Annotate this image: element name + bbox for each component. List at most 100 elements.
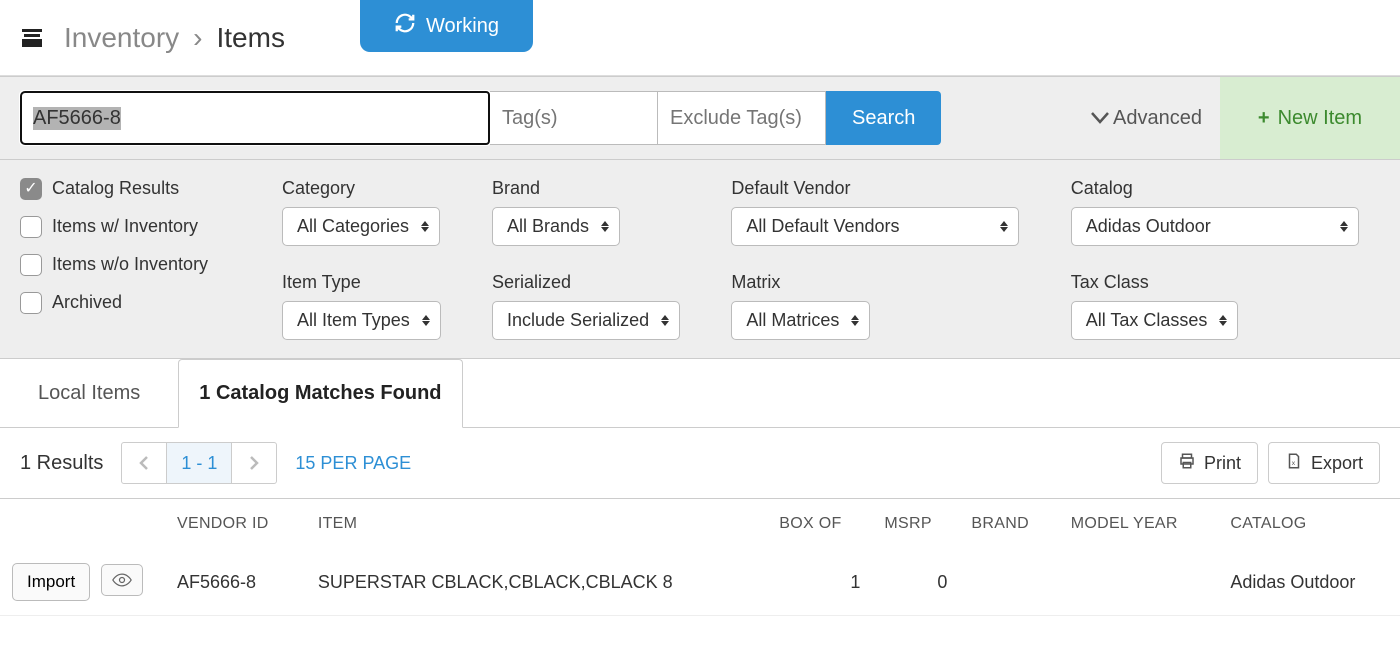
pager-prev[interactable] bbox=[122, 443, 166, 483]
tax-class-select[interactable]: All Tax Classes bbox=[1071, 301, 1239, 340]
search-bar: Search bbox=[0, 77, 1073, 159]
filter-serialized: Serialized Include Serialized bbox=[492, 272, 699, 340]
search-bar-area: Search Advanced + New Item bbox=[0, 76, 1400, 160]
advanced-label: Advanced bbox=[1113, 107, 1202, 130]
checkbox-icon bbox=[20, 216, 42, 238]
page-header: Inventory › Items Working bbox=[0, 0, 1400, 76]
checkbox-icon bbox=[20, 254, 42, 276]
cell-msrp: 0 bbox=[872, 549, 959, 616]
chevron-right-icon bbox=[248, 455, 260, 471]
checkbox-label: Items w/o Inventory bbox=[52, 254, 208, 275]
filter-selects: Category All Categories Brand All Brands… bbox=[260, 160, 1400, 358]
cell-vendor-id: AF5666-8 bbox=[165, 549, 306, 616]
breadcrumb: Inventory › Items bbox=[64, 22, 285, 54]
list-toolbar-right: Print x Export bbox=[1161, 442, 1380, 484]
checkbox-label: Catalog Results bbox=[52, 178, 179, 199]
sort-icon bbox=[421, 221, 429, 232]
filter-label: Catalog bbox=[1071, 178, 1378, 199]
export-button[interactable]: x Export bbox=[1268, 442, 1380, 484]
sort-icon bbox=[1000, 221, 1008, 232]
working-label: Working bbox=[426, 15, 499, 38]
item-type-select[interactable]: All Item Types bbox=[282, 301, 441, 340]
catalog-select[interactable]: Adidas Outdoor bbox=[1071, 207, 1359, 246]
col-box-of[interactable]: BOX OF bbox=[767, 499, 872, 549]
table-header-row: VENDOR ID ITEM BOX OF MSRP BRAND MODEL Y… bbox=[0, 499, 1400, 549]
breadcrumb-root[interactable]: Inventory bbox=[64, 22, 179, 54]
cell-brand bbox=[959, 549, 1058, 616]
pager-range[interactable]: 1 - 1 bbox=[166, 443, 232, 483]
col-vendor-id[interactable]: VENDOR ID bbox=[165, 499, 306, 549]
col-msrp[interactable]: MSRP bbox=[872, 499, 959, 549]
results-count: 1 Results bbox=[20, 452, 103, 475]
results-table: VENDOR ID ITEM BOX OF MSRP BRAND MODEL Y… bbox=[0, 499, 1400, 616]
filters-panel: Catalog Results Items w/ Inventory Items… bbox=[0, 160, 1400, 359]
sort-icon bbox=[1340, 221, 1348, 232]
per-page-select[interactable]: 15 PER PAGE bbox=[295, 453, 411, 474]
checkbox-catalog-results[interactable]: Catalog Results bbox=[20, 178, 240, 200]
col-brand[interactable]: BRAND bbox=[959, 499, 1058, 549]
refresh-icon bbox=[394, 12, 416, 40]
search-button[interactable]: Search bbox=[826, 91, 941, 145]
preview-button[interactable] bbox=[101, 564, 143, 596]
filter-category: Category All Categories bbox=[282, 178, 460, 246]
brand-select[interactable]: All Brands bbox=[492, 207, 620, 246]
new-item-label: New Item bbox=[1278, 107, 1362, 130]
exclude-tags-input[interactable] bbox=[658, 91, 826, 145]
filter-label: Default Vendor bbox=[731, 178, 1038, 199]
pager-next[interactable] bbox=[232, 443, 276, 483]
pager: 1 - 1 bbox=[121, 442, 277, 484]
breadcrumb-current: Items bbox=[217, 22, 285, 54]
filter-label: Matrix bbox=[731, 272, 1038, 293]
sort-icon bbox=[851, 315, 859, 326]
filter-label: Category bbox=[282, 178, 460, 199]
vendor-select[interactable]: All Default Vendors bbox=[731, 207, 1019, 246]
checkbox-icon bbox=[20, 292, 42, 314]
cell-box-of: 1 bbox=[767, 549, 872, 616]
checkbox-archived[interactable]: Archived bbox=[20, 292, 240, 314]
sort-icon bbox=[1219, 315, 1227, 326]
checkbox-label: Items w/ Inventory bbox=[52, 216, 198, 237]
export-label: Export bbox=[1311, 453, 1363, 474]
matrix-select[interactable]: All Matrices bbox=[731, 301, 870, 340]
new-item-button[interactable]: + New Item bbox=[1220, 77, 1400, 159]
chevron-right-icon: › bbox=[193, 22, 202, 54]
tab-catalog-matches[interactable]: 1 Catalog Matches Found bbox=[178, 359, 462, 428]
svg-text:x: x bbox=[1292, 459, 1296, 466]
chevron-left-icon bbox=[138, 455, 150, 471]
search-input[interactable] bbox=[20, 91, 490, 145]
tags-input[interactable] bbox=[490, 91, 658, 145]
cell-item: SUPERSTAR CBLACK,CBLACK,CBLACK 8 bbox=[306, 549, 767, 616]
plus-icon: + bbox=[1258, 107, 1270, 130]
sort-icon bbox=[601, 221, 609, 232]
print-icon bbox=[1178, 452, 1196, 475]
checkbox-items-with-inventory[interactable]: Items w/ Inventory bbox=[20, 216, 240, 238]
sort-icon bbox=[661, 315, 669, 326]
checkbox-icon bbox=[20, 178, 42, 200]
filter-matrix: Matrix All Matrices bbox=[731, 272, 1038, 340]
sort-icon bbox=[422, 315, 430, 326]
tab-local-items[interactable]: Local Items bbox=[18, 360, 160, 427]
filter-item-type: Item Type All Item Types bbox=[282, 272, 460, 340]
result-tabs: Local Items 1 Catalog Matches Found bbox=[0, 359, 1400, 428]
export-icon: x bbox=[1285, 452, 1303, 475]
cell-catalog: Adidas Outdoor bbox=[1218, 549, 1400, 616]
list-toolbar-left: 1 Results 1 - 1 15 PER PAGE bbox=[20, 442, 411, 484]
col-model-year[interactable]: MODEL YEAR bbox=[1059, 499, 1219, 549]
filter-default-vendor: Default Vendor All Default Vendors bbox=[731, 178, 1038, 246]
checkbox-label: Archived bbox=[52, 292, 122, 313]
filter-catalog: Catalog Adidas Outdoor bbox=[1071, 178, 1378, 246]
filter-label: Brand bbox=[492, 178, 699, 199]
checkbox-items-without-inventory[interactable]: Items w/o Inventory bbox=[20, 254, 240, 276]
working-indicator: Working bbox=[360, 0, 533, 52]
import-button[interactable]: Import bbox=[12, 563, 90, 601]
category-select[interactable]: All Categories bbox=[282, 207, 440, 246]
col-item[interactable]: ITEM bbox=[306, 499, 767, 549]
filter-tax-class: Tax Class All Tax Classes bbox=[1071, 272, 1378, 340]
print-button[interactable]: Print bbox=[1161, 442, 1258, 484]
table-row: Import AF5666-8 SUPERSTAR CBLACK,CBLACK,… bbox=[0, 549, 1400, 616]
serialized-select[interactable]: Include Serialized bbox=[492, 301, 680, 340]
eye-icon bbox=[112, 573, 132, 587]
filter-label: Tax Class bbox=[1071, 272, 1378, 293]
advanced-toggle[interactable]: Advanced bbox=[1073, 77, 1220, 159]
col-catalog[interactable]: CATALOG bbox=[1218, 499, 1400, 549]
